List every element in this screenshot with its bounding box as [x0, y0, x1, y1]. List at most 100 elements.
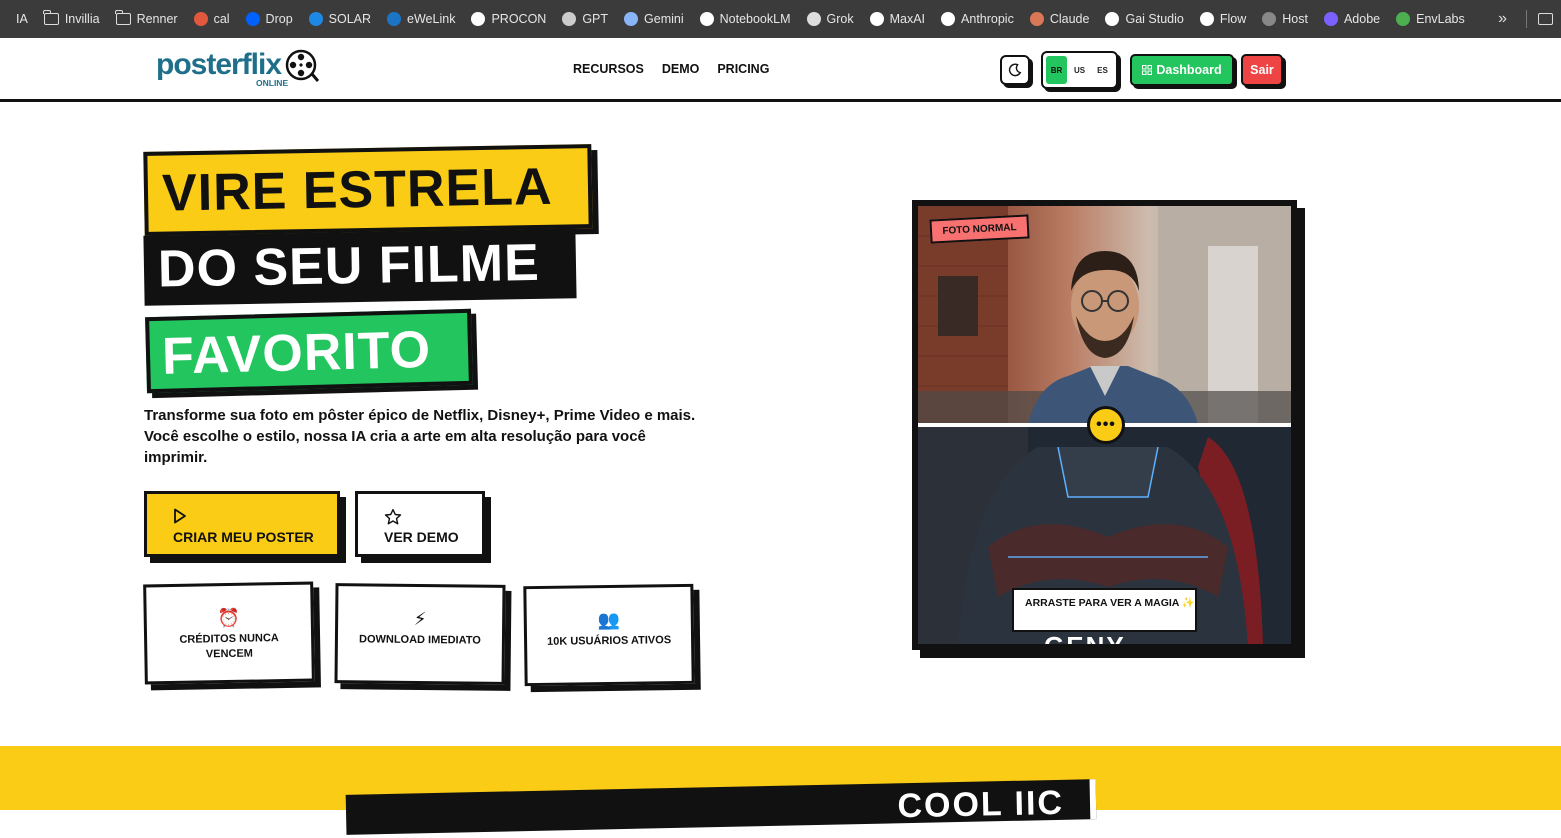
logo-subtitle: ONLINE — [256, 78, 289, 88]
nav-link-demo[interactable]: DEMO — [662, 62, 700, 76]
bookmark-label: GPT — [582, 12, 609, 26]
solar-icon — [308, 12, 323, 26]
bookmark-label: NotebookLM — [719, 12, 791, 26]
host-icon — [1262, 12, 1277, 26]
grid-icon — [1142, 65, 1153, 75]
bookmark-procon[interactable]: PROCON — [463, 0, 554, 38]
gemini-icon — [624, 12, 639, 26]
feature-label: CRÉDITOS NUNCA VENCEM — [179, 632, 279, 661]
dashboard-button[interactable]: Dashboard — [1130, 54, 1234, 86]
cal-icon — [193, 12, 208, 26]
notebooklm-icon — [699, 12, 714, 26]
bookmark-claude[interactable]: Claude — [1022, 0, 1098, 38]
headline-line-2: DO SEU FILME — [143, 228, 577, 306]
bookmark-gemini[interactable]: Gemini — [616, 0, 692, 38]
desc-separator: , — [545, 407, 554, 424]
poster-title-word: GENY — [1044, 632, 1126, 644]
bookmark-label: Adobe — [1343, 12, 1381, 26]
folder-icon — [114, 10, 131, 25]
play-icon — [174, 508, 186, 524]
bookmark-solar[interactable]: SOLAR — [301, 0, 379, 38]
bookmark-adobe[interactable]: Adobe — [1316, 0, 1388, 38]
nav-link-recursos[interactable]: RECURSOS — [573, 62, 644, 76]
bookmark-label: MaxAI — [889, 12, 926, 26]
bookmark-label: PROCON — [491, 12, 547, 26]
language-option-us[interactable]: US — [1069, 56, 1090, 84]
language-option-es[interactable]: ES — [1092, 56, 1113, 84]
headline-line-1: VIRE ESTRELA — [143, 144, 593, 236]
bookmark-flow[interactable]: Flow — [1192, 0, 1254, 38]
bookmarks-bar: IA Invillia Renner cal Drop SOLAR eWeLink PROCO… — [0, 0, 1561, 38]
bookmark-ewelink[interactable]: eWeLink — [379, 0, 463, 38]
star-icon — [384, 508, 402, 525]
create-poster-button[interactable]: CRIAR MEU POSTER — [144, 491, 340, 557]
bookmarks-divider — [1526, 10, 1527, 28]
before-after-compare[interactable]: ••• — [912, 200, 1297, 650]
lightning-icon: ⚡ — [413, 608, 427, 630]
create-poster-label: CRIAR MEU POSTER — [173, 529, 314, 545]
desc-prime-video: Prime Video — [553, 407, 641, 424]
bookmark-grok[interactable]: Grok — [799, 0, 862, 38]
bookmark-label: EnvLabs — [1416, 12, 1465, 26]
bookmark-renner[interactable]: Renner — [108, 0, 186, 38]
alarm-clock-icon: ⏰ — [217, 607, 241, 629]
feature-card-users: 👥 10K USUÁRIOS ATIVOS — [523, 583, 695, 687]
bookmark-maxai[interactable]: MaxAI — [862, 0, 933, 38]
ewelink-icon — [387, 12, 402, 26]
logo[interactable]: posterflix ONLINE — [156, 48, 320, 88]
bookmark-label: SOLAR — [328, 12, 372, 26]
bookmark-label: Invillia — [64, 12, 100, 26]
desc-text: Transforme sua foto em pôster épico de — [144, 407, 434, 424]
moon-icon — [1008, 63, 1022, 77]
bookmark-gpt[interactable]: GPT — [554, 0, 616, 38]
site-header: posterflix ONLINE RECURSOS DEMO PRICING … — [0, 38, 1561, 102]
bookmark-label: IA — [16, 12, 28, 26]
hero-description: Transforme sua foto em pôster épico de N… — [144, 405, 704, 468]
other-bookmarks-folder[interactable] — [1538, 12, 1553, 30]
headline-text-1: VIRE ESTRELA — [161, 157, 553, 223]
feature-label: DOWNLOAD IMEDIATO — [358, 633, 481, 647]
feature-card-download: ⚡ DOWNLOAD IMEDIATO — [334, 583, 506, 685]
nav-link-pricing[interactable]: PRICING — [717, 62, 769, 76]
logout-button[interactable]: Sair — [1241, 54, 1283, 86]
view-demo-button[interactable]: VER DEMO — [355, 491, 485, 557]
language-option-br[interactable]: BR — [1046, 56, 1067, 84]
headline-text-3: FAVORITO — [161, 320, 432, 386]
bookmarks-overflow-button[interactable]: » — [1498, 0, 1507, 38]
bookmark-label: Anthropic — [961, 12, 1014, 26]
openai-icon — [562, 12, 577, 26]
bookmark-notebooklm[interactable]: NotebookLM — [692, 0, 799, 38]
envlabs-icon — [1396, 12, 1411, 26]
headline-text-2: DO SEU FILME — [157, 233, 541, 299]
maxai-icon — [869, 12, 884, 26]
bookmark-label: Drop — [265, 12, 293, 26]
gai-studio-icon — [1105, 12, 1120, 26]
bookmark-host[interactable]: Host — [1254, 0, 1316, 38]
bookmark-gai-studio[interactable]: Gai Studio — [1097, 0, 1191, 38]
bookmark-anthropic[interactable]: Anthropic — [933, 0, 1022, 38]
feature-label: 10K USUÁRIOS ATIVOS — [546, 634, 672, 648]
theme-toggle-button[interactable] — [1000, 55, 1030, 85]
dashboard-label: Dashboard — [1156, 63, 1222, 77]
flow-icon — [1199, 12, 1214, 26]
bookmark-cal[interactable]: cal — [186, 0, 238, 38]
bookmark-label: Host — [1282, 12, 1308, 26]
users-icon: 👥 — [597, 609, 621, 631]
bookmark-label: Claude — [1049, 12, 1090, 26]
grok-icon — [806, 12, 821, 26]
compare-slider-handle[interactable]: ••• — [1087, 406, 1125, 444]
dropbox-icon — [245, 12, 260, 26]
language-switcher: BR US ES — [1041, 51, 1118, 89]
logo-text: posterflix — [156, 48, 282, 81]
headline-line-3: FAVORITO — [145, 308, 473, 394]
bookmark-ia[interactable]: IA — [8, 0, 36, 38]
bookmark-label: Gemini — [644, 12, 684, 26]
bookmark-envlabs[interactable]: EnvLabs — [1388, 0, 1473, 38]
adobe-icon — [1323, 12, 1338, 26]
anthropic-icon — [941, 12, 956, 26]
bookmark-label: Renner — [136, 12, 178, 26]
bookmark-drop[interactable]: Drop — [238, 0, 301, 38]
feature-card-credits: ⏰ CRÉDITOS NUNCA VENCEM — [143, 581, 315, 685]
film-reel-icon — [285, 49, 320, 82]
bookmark-invillia[interactable]: Invillia — [36, 0, 108, 38]
